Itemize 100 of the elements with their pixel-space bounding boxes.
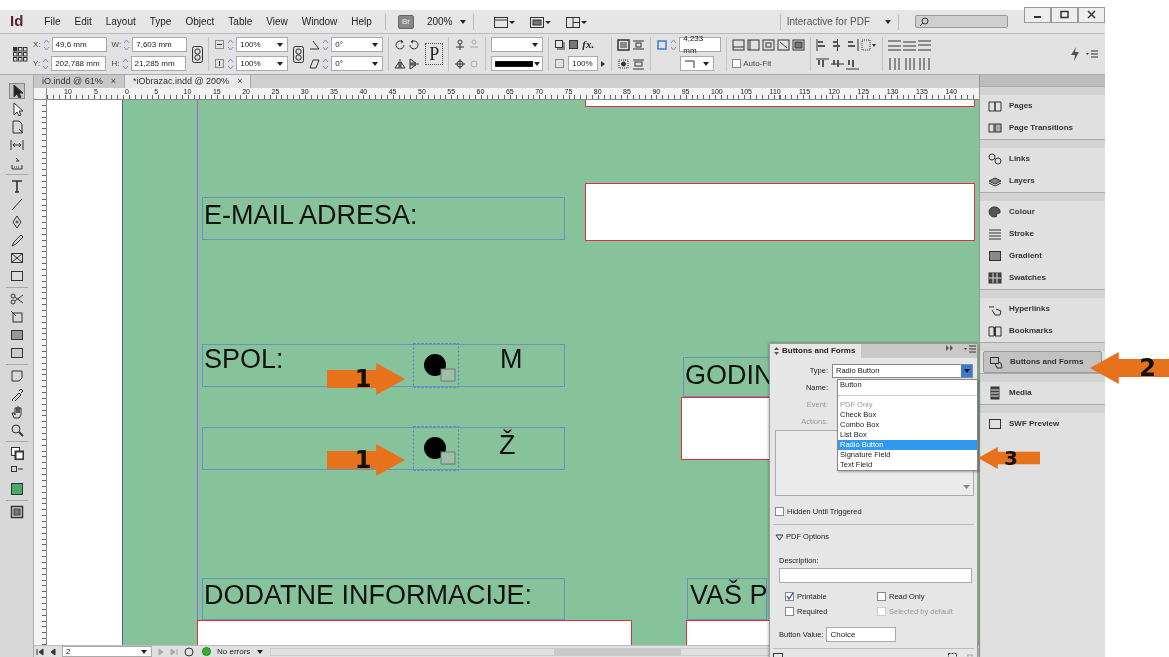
corner-options-dropdown[interactable] (680, 56, 715, 71)
type-tool-icon[interactable] (9, 179, 24, 193)
rectangle-icon[interactable] (9, 269, 24, 283)
radio-button-drawing[interactable] (413, 343, 459, 388)
wrap-shape-icon[interactable] (617, 57, 631, 70)
distribute-bottom-icon[interactable] (918, 38, 932, 51)
apply-color-icon[interactable] (9, 482, 24, 496)
panel-tab[interactable]: Pages (980, 95, 1105, 117)
panel-tab[interactable]: Buttons and Forms (770, 344, 862, 358)
distribute-left-icon[interactable] (888, 57, 902, 70)
flip-vertical-icon[interactable] (408, 57, 421, 70)
zoom-level[interactable]: 200% (419, 14, 460, 29)
fit-content-icon[interactable] (747, 38, 761, 51)
fill-proportionally-icon[interactable] (792, 38, 806, 51)
hand-icon[interactable] (9, 405, 24, 419)
dropdown-field[interactable]: 100% (236, 37, 289, 52)
align-right-icon[interactable] (846, 38, 860, 51)
gap-tool-icon[interactable] (9, 138, 24, 152)
panel-tab[interactable]: Buttons and Forms (983, 351, 1102, 373)
effects-button[interactable]: fx. (582, 36, 595, 53)
panel-tab[interactable]: Media (980, 382, 1105, 404)
panel-group-grip[interactable] (980, 86, 1105, 95)
feather-icon[interactable] (568, 38, 581, 51)
panel-tab[interactable]: Hyperlinks (980, 298, 1105, 320)
lightning-icon[interactable] (1070, 47, 1080, 61)
caret-icon[interactable] (884, 17, 892, 26)
rotate-counterclockwise-icon[interactable] (408, 38, 421, 51)
arrow-right-icon[interactable] (600, 59, 607, 68)
center-content-icon[interactable] (762, 38, 776, 51)
selection-tool-icon[interactable] (9, 84, 24, 98)
constrain-link-icon[interactable] (192, 45, 204, 63)
note-icon[interactable] (9, 369, 24, 383)
view-options-icon[interactable] (494, 15, 517, 28)
minimize-button[interactable] (1024, 6, 1051, 23)
workspace-switcher[interactable]: Interactive for PDF (786, 14, 870, 29)
screen-mode-icon[interactable] (530, 15, 553, 28)
panel-tab[interactable]: Stroke (980, 223, 1105, 245)
dropdown-field[interactable] (491, 56, 544, 71)
checkbox[interactable] (775, 507, 784, 517)
stroke-weight-icon[interactable] (656, 38, 669, 51)
dropdown-field[interactable]: 0° (331, 56, 384, 71)
constrain-link-icon[interactable] (293, 45, 305, 63)
panel-tab[interactable]: Gradient (980, 245, 1105, 267)
panel-group-grip[interactable] (980, 373, 1105, 382)
screen-mode-icon[interactable] (9, 505, 24, 519)
panel-group-grip[interactable] (980, 289, 1105, 298)
drop-shadow-icon[interactable] (554, 38, 567, 51)
distribute-right-icon[interactable] (918, 57, 932, 70)
free-transform-icon[interactable] (9, 310, 24, 324)
gradient-feather-icon[interactable] (9, 346, 24, 360)
opacity-field[interactable]: 100% (568, 56, 599, 71)
flip-horizontal-icon[interactable] (394, 57, 407, 70)
menu-item[interactable]: Edit (67, 14, 99, 29)
button-value-field[interactable]: Choice (826, 627, 897, 643)
checkbox[interactable] (785, 607, 794, 617)
radio-button-drawing[interactable] (413, 426, 459, 471)
search-field[interactable] (915, 15, 1008, 28)
align-bottom-icon[interactable] (846, 57, 860, 70)
close-button[interactable] (1078, 6, 1105, 23)
fit-proportionally-icon[interactable] (777, 38, 791, 51)
align-middle-icon[interactable] (831, 57, 845, 70)
checkbox[interactable] (877, 591, 886, 601)
panel-group-grip[interactable] (980, 342, 1105, 351)
input-field[interactable]: 21,285 mm (130, 56, 186, 71)
distribute-horizontal-icon[interactable] (903, 57, 917, 70)
panel-tab[interactable]: Layers (980, 170, 1105, 192)
no-text-wrap-icon[interactable] (617, 38, 631, 51)
select-content-icon[interactable] (454, 57, 467, 70)
menu-item[interactable]: Type (142, 14, 179, 29)
panel-menu-icon[interactable] (963, 344, 977, 354)
page-number-field[interactable]: 2 (62, 646, 152, 657)
content-collector-icon[interactable] (9, 156, 24, 170)
align-top-icon[interactable] (816, 57, 830, 70)
first-page-icon[interactable] (36, 647, 44, 656)
distribute-top-icon[interactable] (888, 38, 902, 51)
align-to-icon[interactable] (861, 38, 878, 51)
stroke-weight-field[interactable]: 4,233 mm (679, 37, 722, 52)
menu-item[interactable]: Object (178, 14, 222, 29)
previous-page-icon[interactable] (50, 647, 56, 656)
menu-item[interactable]: Layout (98, 14, 143, 29)
rectangle-frame-icon[interactable] (9, 251, 24, 265)
document-tab[interactable]: *iObrazac.indd @ 200% × (124, 75, 252, 88)
checkbox[interactable] (732, 59, 742, 68)
tab-close[interactable]: × (110, 74, 116, 89)
arrange-documents-icon[interactable] (566, 15, 589, 28)
eyedropper-icon[interactable] (9, 387, 24, 401)
collapse-panel-icon[interactable] (945, 344, 955, 352)
preflight-icon[interactable] (184, 646, 196, 657)
panel-tab[interactable]: Colour (980, 201, 1105, 223)
wrap-bounding-box-icon[interactable] (632, 38, 646, 51)
panel-tab[interactable]: Bookmarks (980, 320, 1105, 342)
fill-frame-icon[interactable] (732, 38, 746, 51)
rotate-clockwise-icon[interactable] (394, 38, 407, 51)
distribute-center-icon[interactable] (903, 38, 917, 51)
panel-tab[interactable]: Swatches (980, 267, 1105, 289)
description-field[interactable] (779, 567, 972, 583)
pencil-icon[interactable] (9, 233, 24, 247)
dropdown-field[interactable]: 0° (331, 37, 384, 52)
page-tool-icon[interactable] (9, 120, 24, 134)
caret-icon[interactable] (459, 17, 468, 26)
